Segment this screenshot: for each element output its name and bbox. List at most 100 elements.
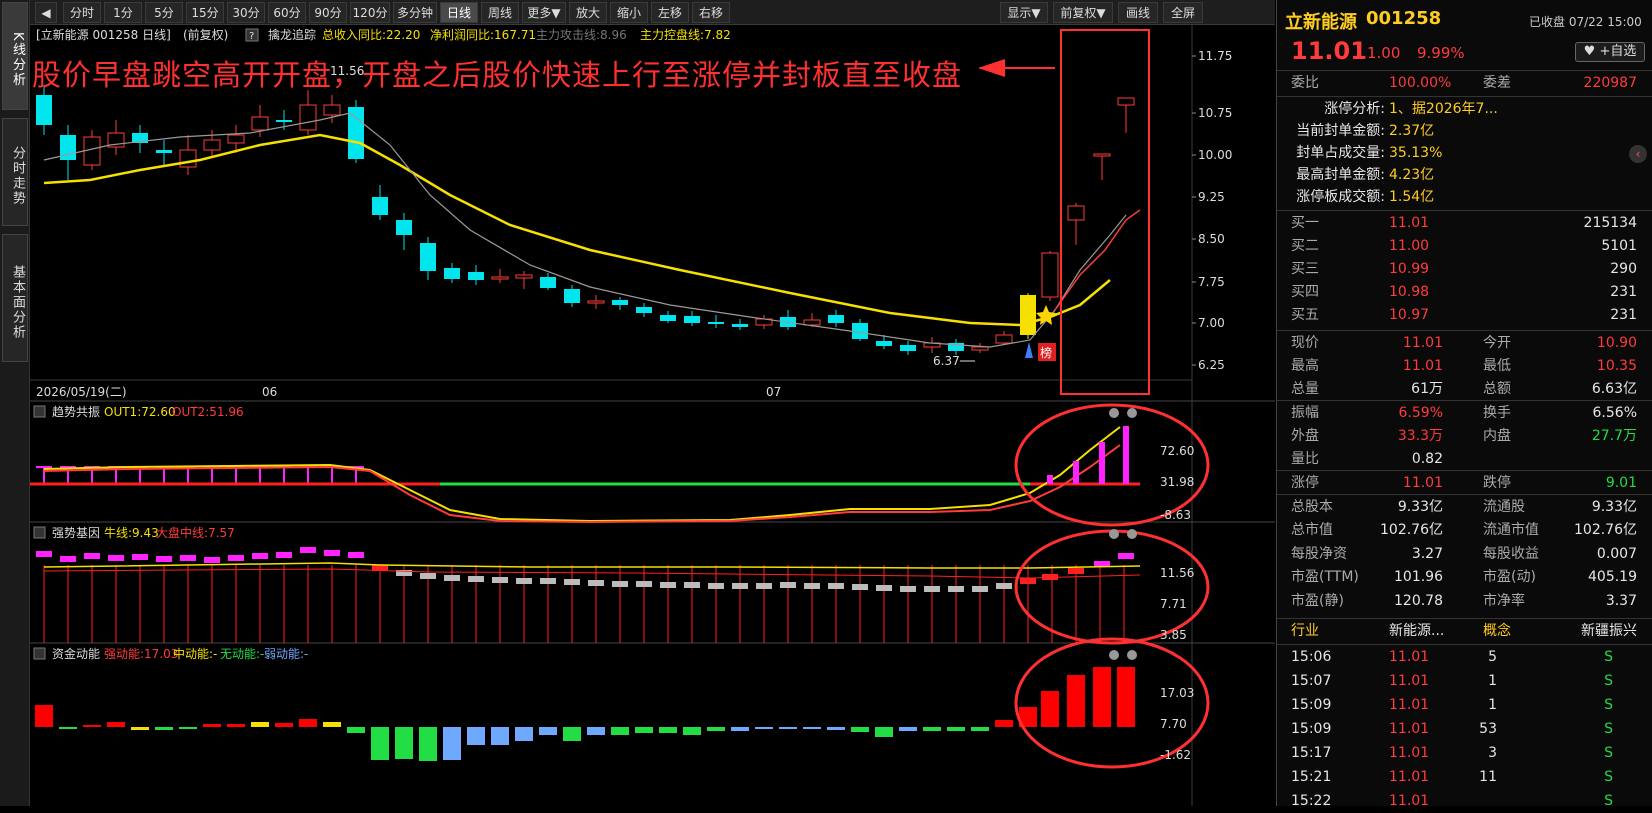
toolbar-btn-7[interactable]: 120分: [350, 2, 390, 23]
bid-row[interactable]: 买二 11.00 5101: [1277, 235, 1652, 258]
candle-body: [684, 316, 700, 323]
strong-bar: [60, 556, 76, 562]
candle-body: [636, 307, 652, 313]
main-attack-line: 主力攻击线:8.96: [536, 28, 627, 42]
bid-cell: 10.99: [1389, 261, 1430, 277]
toolbar-btn-6[interactable]: 90分: [309, 2, 347, 23]
tick-cell: 15:22: [1291, 793, 1332, 809]
capital-bar: [131, 727, 149, 730]
quote-value: 61万: [1411, 381, 1443, 397]
price-tick: 11.75: [1198, 49, 1232, 63]
toolbar-btn-9[interactable]: 日线: [440, 2, 478, 23]
toolbar-btn-12[interactable]: 放大: [569, 2, 607, 23]
trend-bar: [1073, 461, 1079, 484]
strong-bar: [1068, 568, 1084, 574]
date-label-july: 07: [766, 385, 781, 399]
quote-value: 102.76亿: [1574, 522, 1637, 538]
tab-kline-analysis[interactable]: K线分析: [2, 2, 28, 110]
strong-panel-title: 强势基因: [52, 526, 100, 540]
toolbar-btn-1[interactable]: 1分: [104, 2, 142, 23]
help-icon[interactable]: [33, 647, 46, 660]
limit-row: 封单占成交量: 35.13%: [1277, 142, 1652, 165]
tick-side: S: [1604, 721, 1613, 737]
tick-cell: 11.01: [1389, 745, 1430, 761]
toolbar-right-btn-1[interactable]: 前复权▼: [1053, 2, 1113, 23]
tick-row: 15:17 11.01 3 S: [1277, 742, 1652, 765]
bid-row[interactable]: 买四 10.98 231: [1277, 281, 1652, 304]
concept-value[interactable]: 新疆振兴: [1581, 620, 1637, 643]
toolbar-btn-11[interactable]: 更多▼: [522, 2, 566, 23]
panel-close-icon[interactable]: [1127, 650, 1137, 660]
limit-row-label: 当前封单金额:: [1296, 123, 1385, 139]
toolbar-right-btn-3[interactable]: 全屏: [1163, 2, 1203, 23]
capital-bar: [875, 727, 893, 737]
candle-body: [251, 116, 269, 131]
toolbar-btn-4[interactable]: 30分: [227, 2, 265, 23]
quote-row: 每股净资 3.27 每股收益 0.007: [1277, 543, 1652, 566]
tick-cell: 15:09: [1291, 721, 1332, 737]
toolbar-right-btn-0[interactable]: 显示▼: [1000, 2, 1048, 23]
last-price: 11.01: [1291, 37, 1367, 65]
toolbar-btn-0[interactable]: 分时: [63, 2, 101, 23]
strong-bar: [420, 573, 436, 579]
strong-bar: [588, 580, 604, 586]
quote-value: 101.96: [1394, 569, 1443, 585]
tick-cell: 15:09: [1291, 697, 1332, 713]
tick-row: 15:06 11.01 5 S: [1277, 646, 1652, 669]
quote-value: 27.7万: [1591, 428, 1637, 444]
toolbar-btn-3[interactable]: 15分: [186, 2, 224, 23]
strong-bar: [1118, 553, 1134, 559]
strong-bar: [516, 578, 532, 584]
tick-cell: 11.01: [1389, 697, 1430, 713]
concept-label: 概念: [1483, 623, 1511, 639]
panel-gear-icon[interactable]: [1109, 650, 1119, 660]
capital-bar: [659, 727, 677, 733]
back-arrow-icon[interactable]: ◀: [35, 2, 57, 23]
quote-label: 总市值: [1291, 522, 1333, 538]
limit-row-value: 1.54亿: [1389, 189, 1435, 205]
quote-value: 405.19: [1588, 569, 1637, 585]
panel-gear-icon[interactable]: [1109, 408, 1119, 418]
panel-close-icon[interactable]: [1127, 408, 1137, 418]
toolbar-btn-10[interactable]: 周线: [481, 2, 519, 23]
add-watchlist-button[interactable]: ♥ +自选: [1575, 42, 1645, 62]
toolbar-right-btn-2[interactable]: 画线: [1118, 2, 1158, 23]
capital-bar: [515, 727, 533, 741]
toolbar-btn-15[interactable]: 右移: [692, 2, 730, 23]
tab-intraday-trend[interactable]: 分时走势: [2, 118, 28, 226]
candle-body: [852, 323, 868, 339]
industry-value[interactable]: 新能源...: [1389, 620, 1444, 643]
help-icon[interactable]: [33, 405, 46, 418]
collapse-arrow-icon[interactable]: ‹: [1629, 145, 1647, 163]
toolbar-btn-5[interactable]: 60分: [268, 2, 306, 23]
panel-gear-icon[interactable]: [1109, 529, 1119, 539]
bid-row[interactable]: 买一 11.01 215134: [1277, 212, 1652, 235]
capital-axis-mid: 7.70: [1160, 717, 1187, 731]
help-icon[interactable]: [33, 526, 46, 539]
quote-value: 6.63亿: [1591, 381, 1637, 397]
tick-volume: 1: [1488, 673, 1497, 689]
capital-bar: [395, 727, 413, 759]
trend-out2: OUT2:51.96: [172, 405, 244, 419]
toolbar-btn-2[interactable]: 5分: [145, 2, 183, 23]
tick-side: S: [1604, 673, 1613, 689]
candle-body: [420, 243, 436, 271]
trend-bar: [211, 467, 213, 484]
kline-chart-area[interactable]: [立新能源 001258 日线] (前复权) ? 擒龙追踪 总收入同比:22.2…: [30, 25, 1275, 806]
strong-bar: [252, 553, 268, 559]
tab-fundamental-analysis[interactable]: 基本面分析: [2, 234, 28, 362]
capital-bar: [1041, 691, 1059, 727]
capital-bar: [587, 727, 605, 735]
panel-close-icon[interactable]: [1127, 529, 1137, 539]
capital-bar: [995, 720, 1013, 727]
quote-row: 量比 0.82: [1277, 448, 1652, 471]
candle-body: [179, 149, 197, 168]
capital-bar: [539, 727, 557, 735]
toolbar-btn-8[interactable]: 多分钟: [393, 2, 437, 23]
toolbar-btn-13[interactable]: 缩小: [610, 2, 648, 23]
bid-row[interactable]: 买五 10.97 231: [1277, 304, 1652, 327]
candle-body: [83, 136, 101, 166]
capital-bar: [491, 727, 509, 745]
bid-row[interactable]: 买三 10.99 290: [1277, 258, 1652, 281]
toolbar-btn-14[interactable]: 左移: [651, 2, 689, 23]
